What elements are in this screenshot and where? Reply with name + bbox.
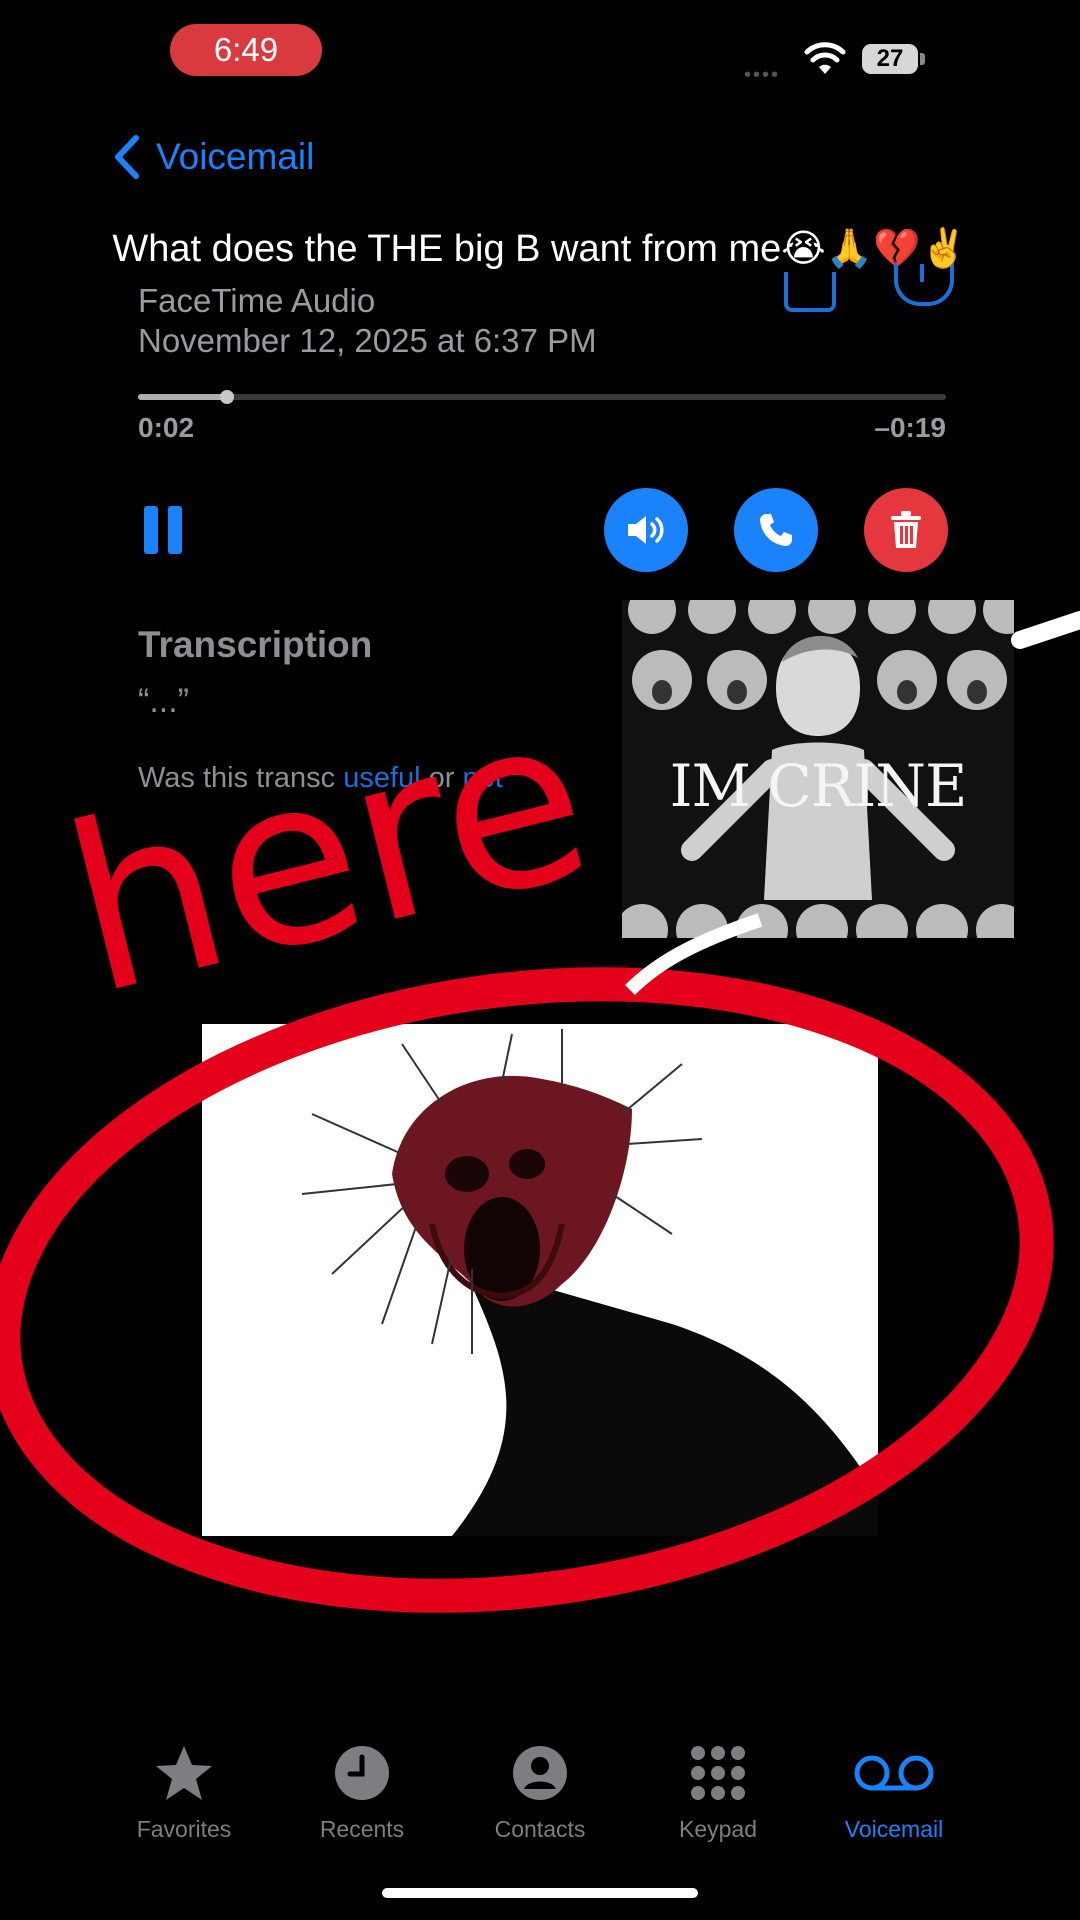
person-icon	[513, 1746, 567, 1800]
tab-label: Recents	[319, 1816, 405, 1842]
tab-keypad[interactable]: Keypad	[653, 1742, 783, 1843]
tab-voicemail[interactable]: Voicemail	[829, 1742, 959, 1843]
tab-favorites[interactable]: Favorites	[119, 1742, 249, 1843]
voicemail-icon	[854, 1755, 934, 1791]
keypad-icon	[691, 1746, 745, 1800]
tab-contacts[interactable]: Contacts	[475, 1742, 605, 1843]
clock-icon	[335, 1746, 389, 1800]
home-indicator[interactable]	[382, 1888, 698, 1898]
tab-label: Favorites	[136, 1816, 232, 1842]
red-scribble-annotation: here	[0, 611, 1080, 1613]
tab-label: Keypad	[678, 1816, 757, 1842]
star-icon	[156, 1746, 212, 1800]
tab-recents[interactable]: Recents	[297, 1742, 427, 1843]
tab-label: Contacts	[494, 1816, 586, 1842]
tab-label: Voicemail	[844, 1816, 944, 1842]
